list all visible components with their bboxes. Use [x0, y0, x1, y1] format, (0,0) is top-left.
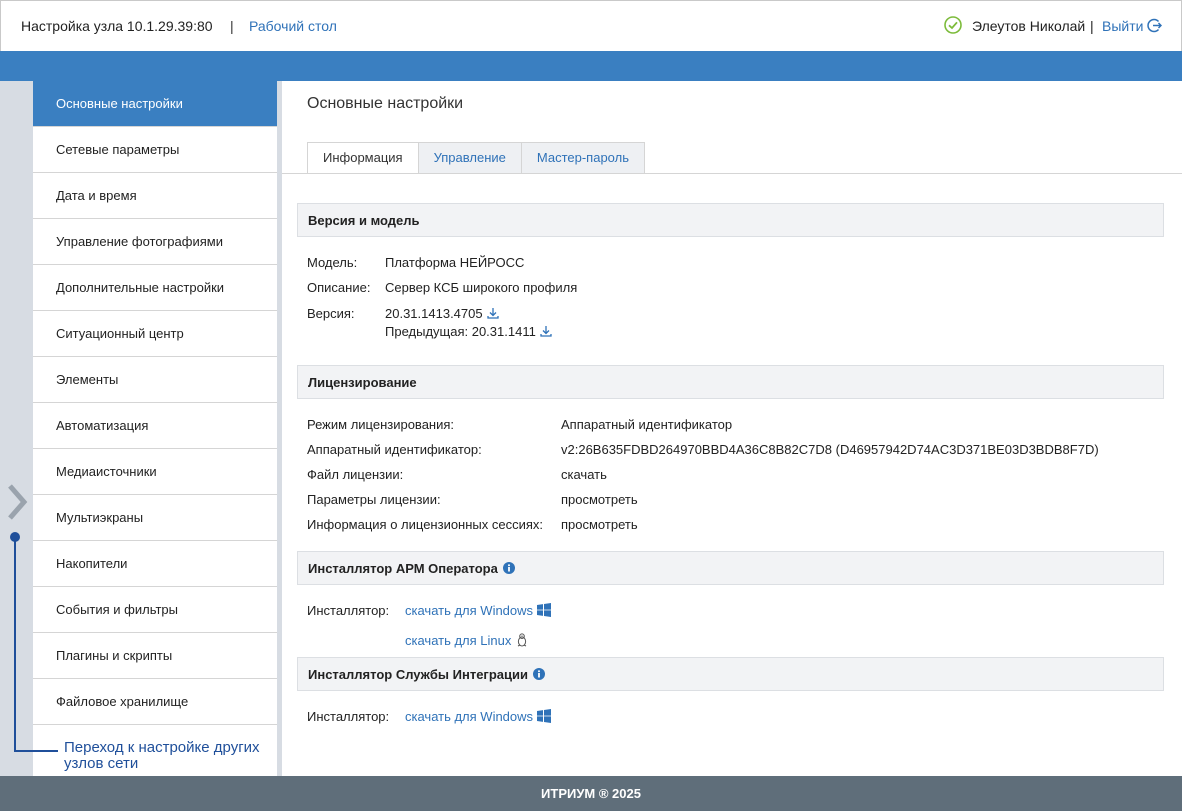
linux-icon	[518, 633, 527, 647]
license-mode-value: Аппаратный идентификатор	[561, 417, 733, 432]
sidebar-toggle-strip[interactable]	[0, 81, 33, 776]
sidebar-item-elements[interactable]: Элементы	[33, 357, 277, 403]
sidebar-item-events-filters[interactable]: События и фильтры	[33, 587, 277, 633]
guide-dot	[10, 532, 20, 542]
integration-installer-label: Инсталлятор:	[307, 709, 390, 724]
tab-management[interactable]: Управление	[418, 142, 522, 174]
header-accent-band	[0, 51, 1182, 81]
license-file-label: Файл лицензии:	[307, 467, 404, 482]
header-separator: |	[230, 18, 234, 34]
version-label: Версия:	[307, 306, 355, 321]
arm-installer-title: Инсталлятор АРМ Оператора	[308, 561, 498, 576]
windows-icon	[537, 709, 552, 723]
description-label: Описание:	[307, 280, 371, 295]
hwid-label: Аппаратный идентификатор:	[307, 442, 482, 457]
arm-linux-row: скачать для Linux	[405, 633, 529, 648]
sidebar-item-plugins-scripts[interactable]: Плагины и скрипты	[33, 633, 277, 679]
sidebar-item-network[interactable]: Сетевые параметры	[33, 127, 277, 173]
main-content: Основные настройки Информация Управление…	[282, 81, 1182, 776]
sidebar-item-photos[interactable]: Управление фотографиями	[33, 219, 277, 265]
model-value: Платформа НЕЙРОСС	[385, 255, 525, 270]
license-file-download-link[interactable]: скачать	[561, 467, 607, 482]
check-circle-icon	[944, 16, 962, 34]
node-settings-title: Настройка узла 10.1.29.39:80	[21, 18, 213, 34]
license-params-view-link[interactable]: просмотреть	[561, 492, 638, 507]
tab-bar: Информация Управление Мастер-пароль	[307, 142, 645, 174]
info-icon[interactable]	[533, 668, 545, 680]
top-header: Настройка узла 10.1.29.39:80 | Рабочий с…	[0, 0, 1182, 51]
windows-icon	[537, 603, 552, 617]
version-row: 20.31.1413.4705	[385, 306, 499, 321]
guide-line-vertical	[14, 537, 16, 751]
sidebar-item-additional[interactable]: Дополнительные настройки	[33, 265, 277, 311]
previous-version-value: Предыдущая: 20.31.1411	[385, 324, 536, 339]
user-name[interactable]: Элеутов Николай	[972, 18, 1085, 34]
chevron-right-icon[interactable]	[6, 484, 28, 520]
hwid-value: v2:26B635FDBD264970BBD4A36C8B82C7D8 (D46…	[561, 442, 1099, 457]
sidebar-item-situation-center[interactable]: Ситуационный центр	[33, 311, 277, 357]
sidebar-item-date-time[interactable]: Дата и время	[33, 173, 277, 219]
guide-line-horizontal	[14, 750, 58, 752]
integration-download-windows-link[interactable]: скачать для Windows	[405, 709, 533, 724]
integration-installer-title: Инсталлятор Службы Интеграции	[308, 667, 528, 682]
sidebar-item-file-storage[interactable]: Файловое хранилище	[33, 679, 277, 725]
arm-installer-label: Инсталлятор:	[307, 603, 390, 618]
page-title: Основные настройки	[307, 95, 464, 112]
settings-sidebar: Основные настройки Сетевые параметры Дат…	[33, 81, 282, 776]
arm-download-linux-link[interactable]: скачать для Linux	[405, 633, 511, 648]
previous-version-row: Предыдущая: 20.31.1411	[385, 324, 552, 339]
footer: ИТРИУМ ® 2025	[0, 776, 1182, 811]
arm-windows-row: скачать для Windows	[405, 603, 552, 618]
license-mode-label: Режим лицензирования:	[307, 417, 455, 432]
model-label: Модель:	[307, 255, 358, 270]
tab-divider	[282, 173, 1182, 174]
download-icon[interactable]	[486, 307, 499, 319]
arm-download-windows-link[interactable]: скачать для Windows	[405, 603, 533, 618]
tab-information[interactable]: Информация	[307, 142, 419, 174]
tab-master-password[interactable]: Мастер-пароль	[521, 142, 645, 174]
logout-icon[interactable]	[1147, 18, 1162, 33]
guide-label: Переход к настройке других узлов сети	[64, 739, 260, 772]
integration-windows-row: скачать для Windows	[405, 709, 552, 724]
logout-link[interactable]: Выйти	[1102, 18, 1143, 34]
sidebar-item-automation[interactable]: Автоматизация	[33, 403, 277, 449]
desktop-link[interactable]: Рабочий стол	[249, 18, 337, 34]
sidebar-item-storage[interactable]: Накопители	[33, 541, 277, 587]
sidebar-item-media-sources[interactable]: Медиаисточники	[33, 449, 277, 495]
section-licensing: Лицензирование	[297, 365, 1164, 399]
section-integration-installer: Инсталлятор Службы Интеграции	[297, 657, 1164, 691]
user-separator: |	[1090, 18, 1094, 34]
section-arm-installer: Инсталлятор АРМ Оператора	[297, 551, 1164, 585]
license-params-label: Параметры лицензии:	[307, 492, 441, 507]
version-value: 20.31.1413.4705	[385, 306, 483, 321]
description-value: Сервер КСБ широкого профиля	[385, 280, 578, 295]
license-sessions-view-link[interactable]: просмотреть	[561, 517, 638, 532]
info-icon[interactable]	[502, 562, 515, 574]
download-icon[interactable]	[540, 325, 552, 337]
section-version-model: Версия и модель	[297, 203, 1164, 237]
sidebar-item-multiscreens[interactable]: Мультиэкраны	[33, 495, 277, 541]
sidebar-item-basic-settings[interactable]: Основные настройки	[33, 81, 277, 127]
license-sessions-label: Информация о лицензионных сессиях:	[307, 517, 544, 532]
